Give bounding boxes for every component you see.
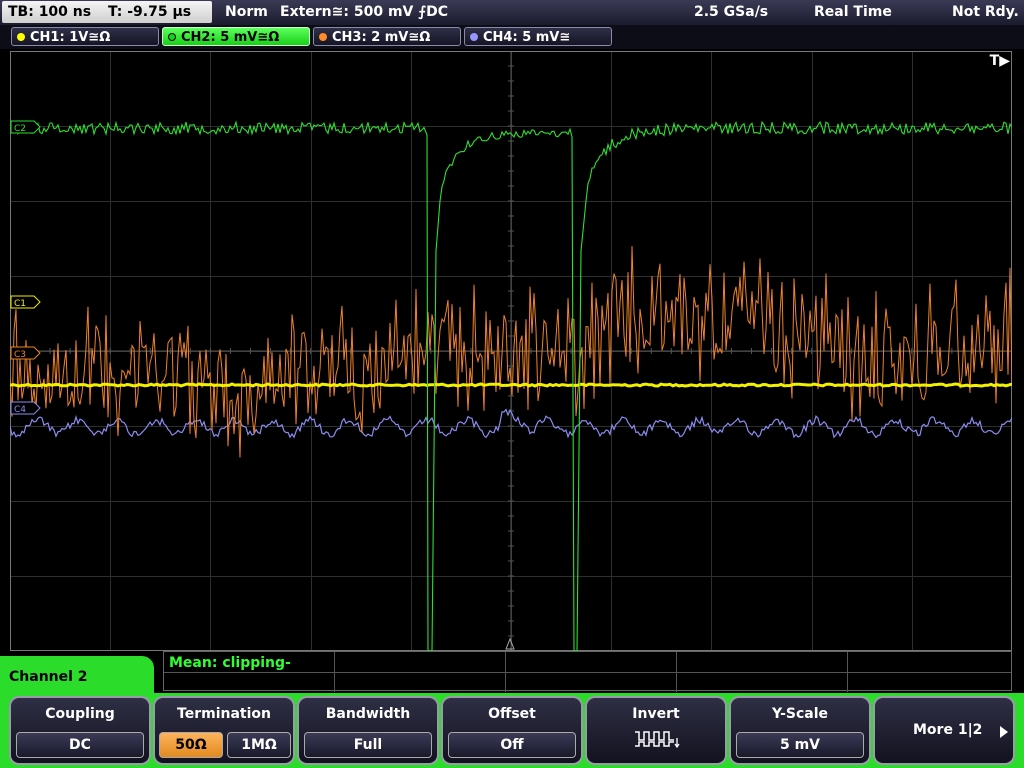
offset-softkey[interactable]: Offset Off	[441, 696, 583, 765]
trigger-mode[interactable]: Norm	[225, 0, 268, 25]
softkey-bar: Coupling DC Termination 50Ω 1MΩ Bandwidt…	[0, 693, 1024, 768]
measurement-panel: Mean: clipping-	[163, 651, 1012, 692]
invert-title: Invert	[632, 706, 680, 722]
inverted-square-wave-icon	[635, 731, 680, 749]
coupling-value[interactable]: DC	[16, 732, 144, 758]
sample-rate[interactable]: 2.5 GSa/s	[694, 0, 768, 25]
menu-title: Channel 2	[0, 656, 154, 696]
trigger-marker[interactable]: T▶	[990, 53, 1010, 69]
channel-tab-ch3[interactable]: CH3: 2 mV≅Ω	[313, 27, 461, 46]
ch1-color-dot-icon	[17, 33, 25, 41]
y-scale-value[interactable]: 5 mV	[736, 732, 864, 758]
ch2-ground-marker[interactable]: C2	[10, 120, 41, 134]
ch4-ground-marker[interactable]: C4	[10, 401, 41, 415]
acquisition-state: Not Rdy.	[952, 4, 1019, 20]
divider	[847, 652, 848, 692]
bandwidth-softkey[interactable]: Bandwidth Full	[297, 696, 439, 765]
acquisition-mode[interactable]: Real Time	[814, 0, 892, 25]
channel-tab-ch2[interactable]: CH2: 5 mV≅Ω	[162, 27, 310, 46]
offset-title: Offset	[488, 706, 536, 722]
termination-title: Termination	[177, 706, 271, 722]
channel-tab-label: CH1: 1V≅Ω	[30, 30, 111, 45]
trigger-source[interactable]: Extern≅: 500 mV ⨍DC	[280, 0, 448, 25]
bandwidth-value[interactable]: Full	[304, 732, 432, 758]
waveform-canvas: C2 C1 C3 C4	[9, 50, 1013, 652]
ch3-color-dot-icon	[319, 33, 327, 41]
ch1-ground-marker[interactable]: C1	[10, 295, 41, 309]
channel-tab-ch4[interactable]: CH4: 5 mV≅	[464, 27, 612, 46]
divider	[676, 652, 677, 692]
ch3-marker-label: C3	[14, 350, 26, 360]
offset-value[interactable]: Off	[448, 732, 576, 758]
coupling-softkey[interactable]: Coupling DC	[9, 696, 151, 765]
more-softkey[interactable]: More 1|2	[873, 696, 1015, 765]
termination-50ohm-option[interactable]: 50Ω	[159, 732, 223, 758]
channel-tab-bar: CH1: 1V≅Ω CH2: 5 mV≅Ω CH3: 2 mV≅Ω CH4: 5…	[0, 25, 1024, 49]
ch4-marker-label: C4	[14, 405, 26, 415]
chevron-right-icon	[1000, 726, 1008, 738]
more-label: More 1|2	[913, 722, 983, 738]
waveform-display[interactable]: C2 C1 C3 C4 T▶	[9, 50, 1013, 652]
trigger-position-icon[interactable]	[505, 637, 515, 650]
y-scale-softkey[interactable]: Y-Scale 5 mV	[729, 696, 871, 765]
timebase-value: TB: 100 ns	[8, 4, 92, 20]
y-scale-title: Y-Scale	[771, 706, 828, 722]
channel-tab-label: CH2: 5 mV≅Ω	[181, 30, 280, 45]
measurement-mean-label: Mean: clipping-	[169, 655, 291, 671]
status-bar: TB: 100 ns T: -9.75 µs Norm Extern≅: 500…	[0, 0, 1024, 26]
divider	[164, 672, 1011, 673]
channel-tab-label: CH3: 2 mV≅Ω	[332, 30, 431, 45]
channel-tab-label: CH4: 5 mV≅	[483, 30, 571, 45]
invert-softkey[interactable]: Invert	[585, 696, 727, 765]
ch2-color-dot-icon	[168, 33, 176, 41]
divider	[505, 652, 506, 692]
timebase-box[interactable]: TB: 100 ns T: -9.75 µs	[2, 1, 212, 23]
ch4-color-dot-icon	[470, 33, 478, 41]
ch1-trace	[9, 382, 1013, 388]
trigger-offset-value: T: -9.75 µs	[107, 4, 192, 20]
channel-tab-ch1[interactable]: CH1: 1V≅Ω	[11, 27, 159, 46]
ch3-ground-marker[interactable]: C3	[10, 346, 41, 360]
ch2-marker-label: C2	[14, 124, 26, 134]
divider	[334, 652, 335, 692]
coupling-title: Coupling	[45, 706, 115, 722]
termination-softkey[interactable]: Termination 50Ω 1MΩ	[153, 696, 295, 765]
bandwidth-title: Bandwidth	[325, 706, 411, 722]
termination-1mohm-option[interactable]: 1MΩ	[227, 732, 291, 758]
graticule	[9, 50, 1013, 652]
ch1-marker-label: C1	[14, 299, 26, 309]
